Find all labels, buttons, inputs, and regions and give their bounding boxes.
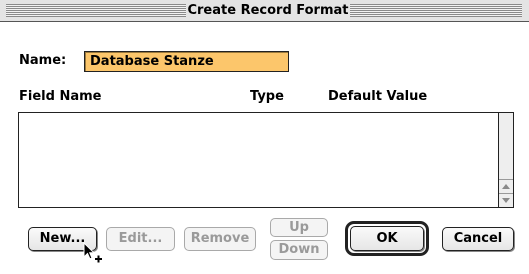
title-bar-stripes-right <box>350 4 522 17</box>
window-title: Create Record Format <box>186 0 350 21</box>
title-bar-stripes-left <box>6 4 186 17</box>
edit-button[interactable]: Edit... <box>106 227 175 251</box>
move-down-button[interactable]: Down <box>270 240 328 260</box>
column-header-default-value: Default Value <box>328 89 428 104</box>
create-record-format-dialog: Create Record Format Name: Database Stan… <box>0 0 529 274</box>
scroll-up-arrow-icon[interactable] <box>499 179 513 193</box>
copy-arrow-cursor-icon <box>83 242 102 263</box>
scroll-down-arrow-icon[interactable] <box>499 193 513 207</box>
title-bar[interactable]: Create Record Format <box>0 0 529 22</box>
fields-list[interactable] <box>18 112 514 208</box>
remove-button[interactable]: Remove <box>184 227 256 251</box>
vertical-scrollbar[interactable] <box>498 113 513 207</box>
move-up-button[interactable]: Up <box>270 218 328 237</box>
name-input[interactable]: Database Stanze <box>84 51 289 72</box>
column-header-type: Type <box>250 89 284 104</box>
ok-button[interactable]: OK <box>350 226 424 251</box>
column-header-field-name: Field Name <box>19 89 102 104</box>
cancel-button[interactable]: Cancel <box>442 227 514 251</box>
name-label: Name: <box>19 53 67 68</box>
